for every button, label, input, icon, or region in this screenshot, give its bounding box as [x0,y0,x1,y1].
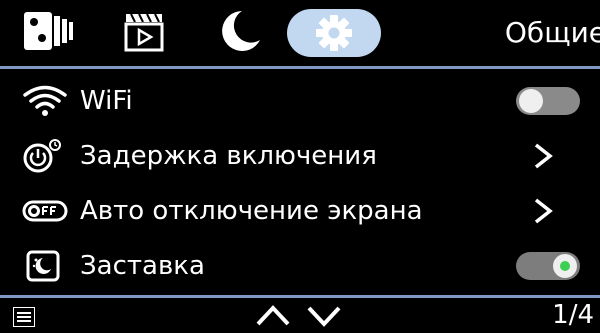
tab-night-mode[interactable] [216,8,262,58]
screensaver-toggle[interactable] [516,252,580,280]
gallery-icon [24,12,73,50]
menu-item-label: WiFi [80,86,133,116]
bottom-bar: 1/4 [0,298,600,333]
page-indicator: 1/4 [552,300,594,330]
menu-icon[interactable] [13,307,35,327]
top-divider [0,66,600,69]
menu-item-label: Авто отключение экрана [80,196,423,226]
chevron-up-icon[interactable] [254,302,292,328]
menu-item-screensaver[interactable]: Заставка [0,239,600,294]
night-mode-icon [222,11,260,51]
tab-gallery[interactable] [22,8,78,58]
menu-item-power-delay[interactable]: Задержка включения [0,129,600,184]
tab-settings[interactable] [287,9,381,57]
menu-item-label: Задержка включения [80,141,377,171]
toggle-knob [553,254,577,278]
menu-item-label: Заставка [80,251,205,281]
tab-video[interactable] [123,8,165,58]
wifi-toggle[interactable] [516,87,580,115]
settings-menu: WiFi Задержка включения Авто отключение … [0,74,600,294]
wifi-icon [23,85,67,116]
power-delay-icon [23,139,61,173]
video-icon [124,13,164,52]
chevron-down-icon[interactable] [305,302,343,328]
top-tab-bar: Общие [0,0,600,64]
settings-gear-icon [316,15,352,51]
chevron-right-icon [534,143,553,169]
section-title: Общие [504,16,600,49]
screensaver-icon [26,250,60,282]
menu-item-wifi[interactable]: WiFi [0,74,600,129]
toggle-knob [519,89,543,113]
chevron-right-icon [534,198,553,224]
screen-off-icon [22,200,68,222]
menu-item-screen-off[interactable]: Авто отключение экрана [0,184,600,239]
